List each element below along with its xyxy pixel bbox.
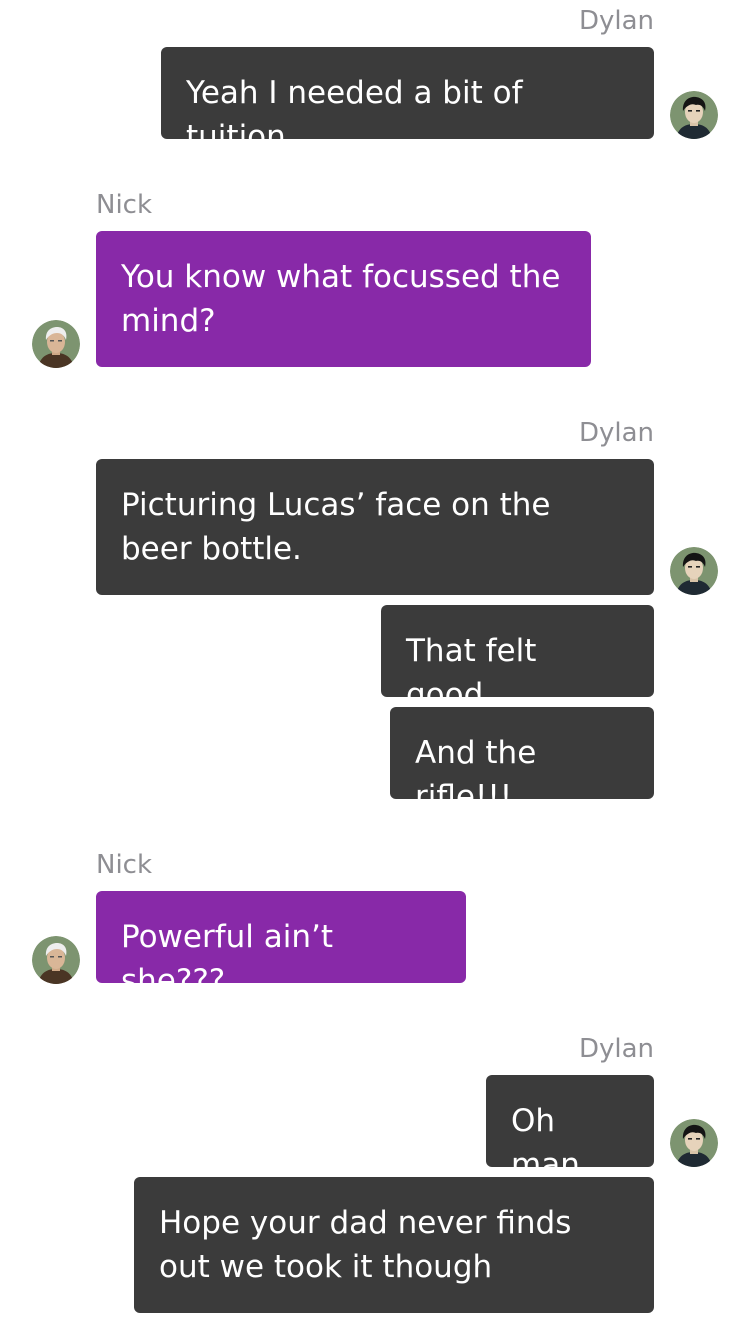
sender-label-dylan: Dylan bbox=[578, 6, 654, 36]
message-bubble-dylan[interactable]: Yeah I needed a bit of tuition. bbox=[161, 47, 654, 155]
dylan-avatar-icon[interactable] bbox=[670, 1119, 718, 1167]
message-bubble-dylan[interactable]: Hope your dad never finds out we took it… bbox=[134, 1177, 654, 1313]
sender-label-nick: Nick bbox=[96, 850, 153, 880]
message-bubble-dylan[interactable]: That felt good. bbox=[381, 605, 654, 713]
sender-label-dylan: Dylan bbox=[578, 418, 654, 448]
message-bubble-nick[interactable]: Powerful ain’t she??? bbox=[96, 891, 466, 999]
message-bubble-dylan[interactable]: Oh man bbox=[486, 1075, 654, 1183]
chat-thread: Dylan Yeah I needed a bit of tuition. Ni… bbox=[0, 0, 750, 1334]
dylan-avatar-icon[interactable] bbox=[670, 91, 718, 139]
nick-avatar-icon[interactable] bbox=[32, 936, 80, 984]
dylan-avatar-icon[interactable] bbox=[670, 547, 718, 595]
sender-label-nick: Nick bbox=[96, 190, 153, 220]
message-bubble-dylan[interactable]: Picturing Lucas’ face on the beer bottle… bbox=[96, 459, 654, 595]
sender-label-dylan: Dylan bbox=[578, 1034, 654, 1064]
message-bubble-dylan[interactable]: And the rifle!!! bbox=[390, 707, 654, 815]
nick-avatar-icon[interactable] bbox=[32, 320, 80, 368]
message-bubble-nick[interactable]: You know what focussed the mind? bbox=[96, 231, 591, 367]
